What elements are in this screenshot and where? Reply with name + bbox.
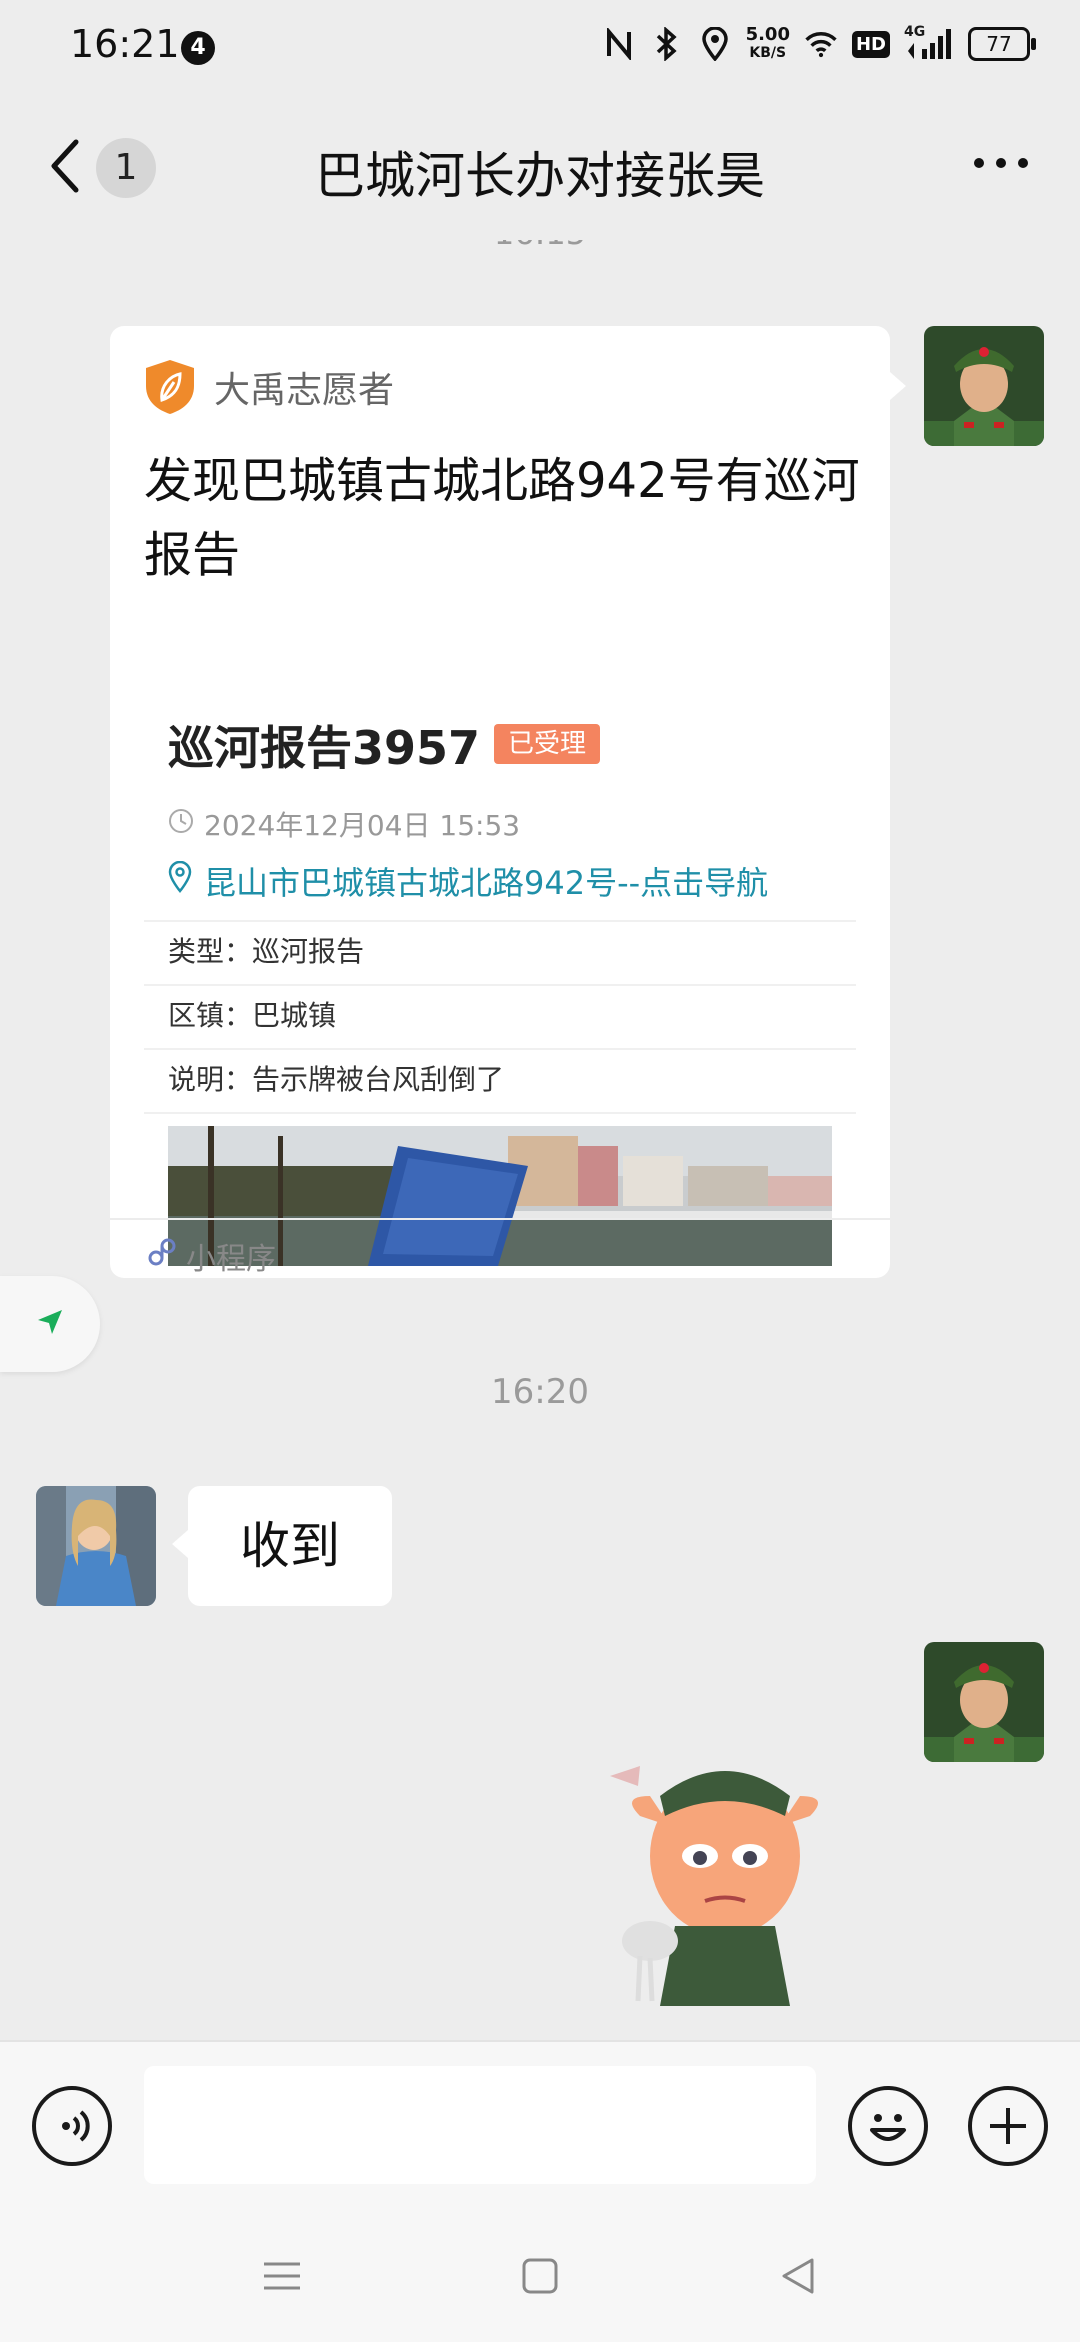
info-row-district: 区镇：巴城镇	[168, 994, 336, 1034]
message-text: 收到	[240, 1517, 340, 1575]
more-icon[interactable]	[974, 158, 1028, 168]
location-pin-icon	[168, 860, 192, 901]
hd-icon: HD	[851, 30, 890, 58]
message-bubble-received[interactable]: 收到	[172, 1486, 392, 1606]
system-navigation-bar	[0, 2212, 1080, 2340]
mini-program-title: 发现巴城镇古城北路942号有巡河报告	[144, 453, 860, 583]
report-time-text: 2024年12月04日 15:53	[204, 809, 521, 842]
wifi-icon	[804, 26, 838, 62]
avatar-contact[interactable]	[36, 1486, 156, 1606]
mini-program-label: 小程序	[186, 1242, 276, 1277]
divider	[144, 920, 856, 922]
network-speed: 5.00 KB/S	[746, 26, 790, 62]
mini-program-name: 大禹志愿者	[214, 370, 395, 411]
battery-indicator: 77	[968, 27, 1036, 61]
avatar-self[interactable]	[924, 326, 1044, 446]
divider	[110, 1218, 890, 1220]
mini-program-header: 大禹志愿者	[144, 358, 394, 416]
divider	[144, 984, 856, 986]
info-value: 巴城镇	[252, 999, 337, 1032]
chat-area[interactable]: 16:15 大禹志愿者 发现巴城镇古城北路942号有巡河报告 巡河报告3957 …	[0, 240, 1080, 2040]
info-label: 说明：	[168, 1063, 253, 1096]
plus-icon[interactable]	[968, 2086, 1048, 2166]
info-value: 巡河报告	[252, 935, 365, 968]
divider	[144, 1112, 856, 1114]
location-icon	[698, 26, 732, 62]
cellular-signal-icon: 4G	[904, 24, 954, 62]
clock-icon	[168, 808, 194, 841]
notification-badge: 4	[181, 31, 215, 65]
network-speed-value: 5.00	[745, 24, 790, 45]
menu-icon[interactable]	[252, 2246, 312, 2306]
bluetooth-icon	[650, 26, 684, 62]
time-stamp-partial: 16:15	[0, 240, 1080, 252]
report-title: 巡河报告3957	[168, 721, 481, 775]
signal-type-label: 4G	[904, 24, 926, 40]
report-time: 2024年12月04日 15:53	[168, 804, 520, 844]
network-speed-unit: KB/S	[749, 45, 787, 61]
mini-program-card[interactable]: 大禹志愿者 发现巴城镇古城北路942号有巡河报告 巡河报告3957 已受理 20…	[110, 326, 906, 1278]
chat-title: 巴城河长办对接张昊	[315, 147, 765, 205]
message-input[interactable]	[144, 2066, 816, 2184]
navigation-arrow-button[interactable]	[0, 1276, 100, 1372]
voice-icon[interactable]	[32, 2086, 112, 2166]
back-triangle-icon[interactable]	[768, 2246, 828, 2306]
shield-leaf-logo-icon	[144, 358, 196, 416]
emoji-icon[interactable]	[848, 2086, 928, 2166]
link-icon	[146, 1236, 178, 1276]
info-row-description: 说明：告示牌被台风刮倒了	[168, 1058, 504, 1098]
info-label: 类型：	[168, 935, 253, 968]
nfc-icon	[602, 26, 636, 62]
sticker-message[interactable]	[580, 1726, 870, 2006]
status-icons: 5.00 KB/S HD 4G 77	[602, 24, 1036, 62]
time-stamp: 16:20	[491, 1372, 589, 1412]
divider	[144, 1048, 856, 1050]
info-row-type: 类型：巡河报告	[168, 930, 364, 970]
status-bar: 16:21 4 5.00 KB/S HD 4G 77	[0, 0, 1080, 96]
avatar-self[interactable]	[924, 1642, 1044, 1762]
navigation-arrow-icon	[34, 1306, 66, 1342]
info-value: 告示牌被台风刮倒了	[252, 1063, 505, 1096]
mini-program-footer: 小程序	[146, 1234, 276, 1278]
report-address-link[interactable]: 昆山市巴城镇古城北路942号--点击导航	[168, 858, 768, 904]
report-address-text: 昆山市巴城镇古城北路942号--点击导航	[204, 864, 769, 902]
status-tag: 已受理	[494, 724, 601, 764]
status-time: 16:21	[70, 22, 180, 66]
info-label: 区镇：	[168, 999, 253, 1032]
home-icon[interactable]	[510, 2246, 570, 2306]
